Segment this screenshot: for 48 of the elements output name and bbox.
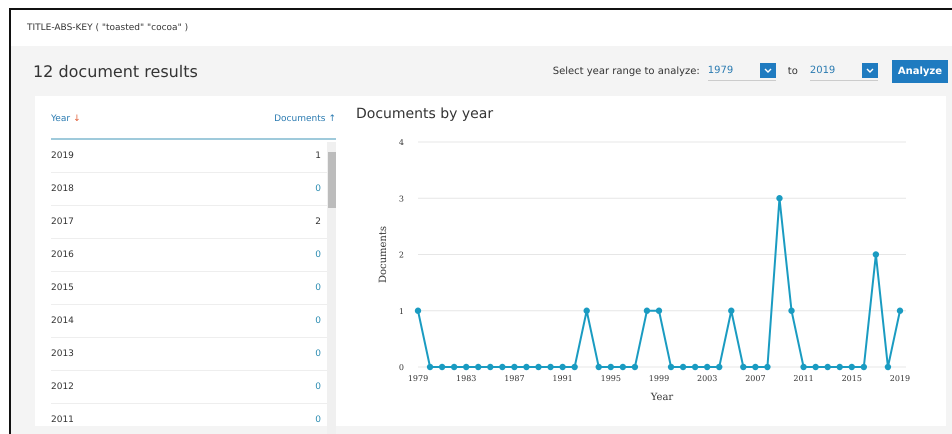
table-cell: 2014 bbox=[51, 316, 74, 326]
x-tick-label: 2011 bbox=[793, 374, 814, 383]
range-label: Select year range to analyze: bbox=[552, 66, 700, 76]
table-cell: 2011 bbox=[51, 415, 74, 425]
year-select[interactable]: 2019 bbox=[810, 61, 878, 81]
count-link[interactable]: 0 bbox=[315, 349, 321, 359]
table-cell: 2 bbox=[315, 217, 321, 227]
scrollbar[interactable] bbox=[327, 142, 336, 434]
chart-title: Documents by year bbox=[356, 106, 494, 122]
x-tick-label: 1987 bbox=[504, 374, 525, 383]
table-cell: 2015 bbox=[51, 283, 74, 293]
count-link[interactable]: 0 bbox=[315, 283, 321, 293]
x-tick-label: 1999 bbox=[648, 374, 670, 383]
results-title: 12 document results bbox=[33, 62, 198, 80]
column-header[interactable]: Documents ↑ bbox=[274, 114, 336, 124]
x-tick-label: 2003 bbox=[697, 374, 718, 383]
x-tick-label: 1995 bbox=[600, 374, 621, 383]
count-link[interactable]: 0 bbox=[315, 415, 321, 425]
y-tick-label: 1 bbox=[398, 306, 404, 316]
range-to-label: to bbox=[788, 66, 798, 76]
x-tick-label: 1979 bbox=[408, 374, 428, 383]
count-link[interactable]: 0 bbox=[315, 382, 321, 392]
x-tick-label: 2015 bbox=[842, 374, 862, 383]
table-cell: 2012 bbox=[51, 382, 74, 392]
x-tick-label: 2019 bbox=[890, 374, 910, 383]
table-cell: 1 bbox=[315, 151, 321, 161]
y-axis-title: Documents bbox=[378, 226, 389, 284]
y-tick-label: 3 bbox=[398, 194, 404, 204]
table-cell: 2019 bbox=[51, 151, 74, 161]
table-cell: 2013 bbox=[51, 349, 74, 359]
y-tick-label: 2 bbox=[398, 250, 404, 260]
column-header[interactable]: Year ↓ bbox=[51, 114, 81, 124]
scrollbar-thumb[interactable] bbox=[328, 152, 336, 208]
count-link[interactable]: 0 bbox=[315, 184, 321, 194]
search-query: TITLE-ABS-KEY ( "toasted" "cocoa" ) bbox=[27, 23, 188, 33]
y-tick-label: 0 bbox=[398, 363, 404, 372]
year-select[interactable]: 1979 bbox=[708, 61, 776, 81]
count-link[interactable]: 0 bbox=[315, 316, 321, 326]
analyze-button[interactable]: Analyze bbox=[892, 60, 948, 82]
x-tick-label: 2007 bbox=[745, 374, 766, 383]
y-tick-label: 4 bbox=[398, 138, 404, 147]
x-axis-title: Year bbox=[650, 392, 674, 403]
x-tick-label: 1991 bbox=[552, 374, 573, 383]
x-tick-label: 1983 bbox=[456, 374, 476, 383]
count-link[interactable]: 0 bbox=[315, 250, 321, 260]
table-cell: 2018 bbox=[51, 184, 74, 194]
table-cell: 2017 bbox=[51, 217, 74, 227]
table-cell: 2016 bbox=[51, 250, 74, 260]
